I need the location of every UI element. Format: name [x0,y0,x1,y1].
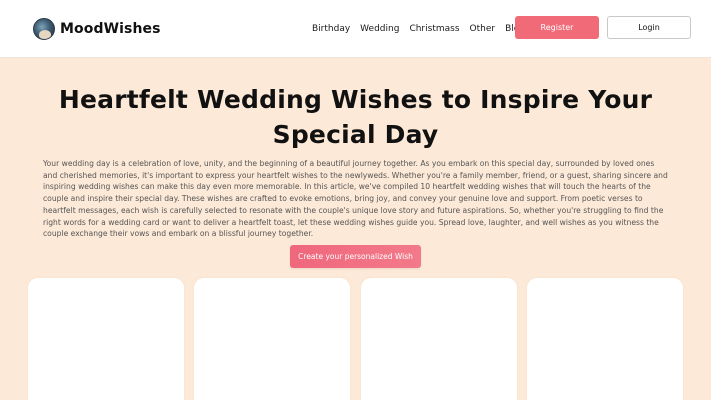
register-button[interactable]: Register [515,16,599,39]
login-button[interactable]: Login [607,16,691,39]
create-wish-button[interactable]: Create your personalized Wish [290,245,421,268]
nav-link-other[interactable]: Other [470,24,496,34]
brand-name: MoodWishes [60,21,161,37]
wish-card[interactable] [527,278,683,400]
wish-card[interactable] [28,278,184,400]
main-nav: Birthday Wedding Christmass Other Blog [312,22,535,36]
moodwishes-logo-icon [33,18,55,40]
nav-link-christmass[interactable]: Christmass [409,24,459,34]
wish-card[interactable] [194,278,350,400]
brand[interactable]: MoodWishes [33,17,161,41]
intro-paragraph: Your wedding day is a celebration of lov… [43,159,668,239]
page-title: Heartfelt Wedding Wishes to Inspire Your… [58,85,653,149]
nav-link-birthday[interactable]: Birthday [312,24,350,34]
top-navbar: MoodWishes Birthday Wedding Christmass O… [0,0,711,58]
nav-link-wedding[interactable]: Wedding [360,24,399,34]
wish-card[interactable] [361,278,517,400]
